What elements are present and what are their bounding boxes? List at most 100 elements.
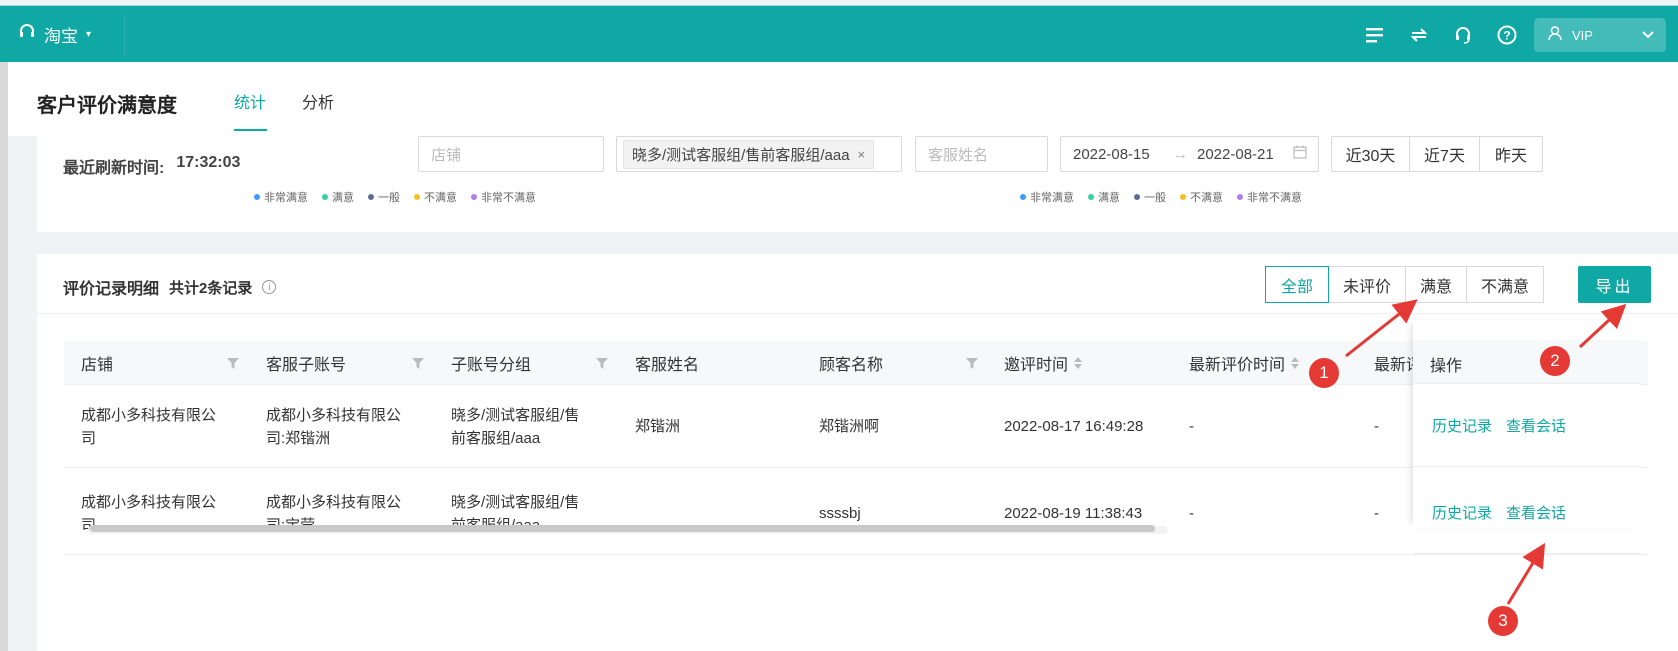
close-icon[interactable]: × [858, 147, 866, 162]
legend-dot [1088, 194, 1094, 200]
filter-icon[interactable] [966, 356, 978, 372]
swap-icon[interactable] [1408, 24, 1430, 46]
page-title: 客户评价满意度 [37, 95, 177, 117]
annotation-badge-3: 3 [1488, 606, 1518, 636]
records-title: 评价记录明细 [63, 281, 160, 298]
date-end: 2022-08-21 [1197, 145, 1274, 163]
shop-placeholder: 店铺 [431, 146, 462, 164]
left-edge [0, 62, 8, 651]
legend-dot [414, 194, 420, 200]
legend-label: 非常满意 [264, 192, 308, 204]
filter-icon[interactable] [227, 356, 239, 372]
cell-customer-name: 郑锴洲啊 [819, 418, 880, 435]
cell-latest-rating: - [1374, 418, 1379, 435]
legend-item: 非常不满意 [1237, 189, 1302, 205]
active-tab-indicator [234, 129, 267, 131]
legend-dot [1134, 194, 1140, 200]
list-icon[interactable] [1364, 24, 1386, 46]
filter-icon[interactable] [412, 356, 424, 372]
col-invite-time-label: 邀评时间 [1004, 357, 1069, 374]
legend-label: 满意 [332, 192, 354, 204]
legend-item: 满意 [322, 189, 354, 205]
date-range-picker[interactable]: 2022-08-15 → 2022-08-21 [1060, 136, 1319, 172]
sort-icon[interactable] [1291, 357, 1300, 369]
quick-range-group: 近30天 近7天 昨天 [1331, 136, 1543, 172]
cell-shop: 成都小多科技有限公司 [81, 406, 217, 447]
legend-dot [368, 194, 374, 200]
col-sub-account: 客服子账号 [266, 357, 347, 374]
legend-label: 非常不满意 [1247, 192, 1302, 204]
cell-shop: 成都小多科技有限公司 [81, 493, 217, 534]
table-header: 店铺 客服子账号 子账号分组 客服姓名 顾客名称 邀评时间 最新评价时间 最新评 [64, 341, 1648, 385]
support-icon[interactable] [1452, 24, 1474, 46]
arrow-right-icon: → [1173, 145, 1188, 163]
view-session-link[interactable]: 查看会话 [1506, 502, 1566, 523]
tab-analysis[interactable]: 分析 [302, 89, 334, 113]
help-icon[interactable]: ? [1496, 24, 1518, 46]
table-row: 成都小多科技有限公司 成都小多科技有限公司:宝莹 晓多/测试客服组/售前客服组/… [64, 473, 1648, 555]
col-agent-name: 客服姓名 [635, 357, 700, 374]
info-icon[interactable]: i [262, 280, 277, 294]
legend-dot [471, 194, 477, 200]
legend-item: 满意 [1088, 189, 1120, 205]
legend-label: 一般 [1144, 192, 1166, 204]
legend-left: 非常满意 满意 一般 不满意 非常不满意 [254, 189, 536, 205]
legend-item: 一般 [368, 189, 400, 205]
col-shop: 店铺 [81, 357, 114, 374]
sort-icon[interactable] [1074, 357, 1083, 369]
cell-account-group: 晓多/测试客服组/售前客服组/aaa [451, 406, 580, 447]
tab-statistics[interactable]: 统计 [234, 89, 266, 113]
view-session-link[interactable]: 查看会话 [1506, 415, 1566, 436]
quick-range-30d[interactable]: 近30天 [1332, 137, 1410, 171]
cell-invite-time: 2022-08-19 11:38:43 [1004, 505, 1143, 522]
user-menu[interactable]: VIP [1534, 18, 1666, 52]
cell-latest-rating: - [1374, 505, 1379, 522]
refresh-info: 最近刷新时间: 17:32:03 [63, 154, 240, 178]
headset-icon [18, 23, 36, 46]
group-tag: 晓多/测试客服组/售前客服组/aaa × [623, 139, 875, 169]
history-link[interactable]: 历史记录 [1432, 502, 1492, 523]
table-row: 成都小多科技有限公司 成都小多科技有限公 司:郑锴洲 晓多/测试客服组/售 前客服组… [64, 386, 1648, 468]
col-latest-eval-time: 最新评价时间 [1189, 341, 1300, 385]
agent-name-input[interactable]: 客服姓名 [915, 136, 1048, 172]
group-select[interactable]: 晓多/测试客服组/售前客服组/aaa × [616, 136, 902, 172]
filter-icon[interactable] [596, 356, 608, 372]
legend-dot [254, 194, 260, 200]
quick-range-yesterday[interactable]: 昨天 [1480, 137, 1542, 171]
legend-label: 一般 [378, 192, 400, 204]
brand-label: 淘宝 [44, 27, 78, 46]
segment-unsatisfied[interactable]: 不满意 [1466, 266, 1544, 303]
horizontal-scrollbar[interactable] [90, 525, 1155, 532]
divider [37, 313, 1678, 314]
shop-switcher[interactable]: 淘宝 ▾ [18, 6, 91, 63]
chevron-down-icon: ▾ [86, 29, 92, 40]
cell-sub-account: 成都小多科技有限公司:宝莹 [266, 493, 402, 534]
segment-satisfied[interactable]: 满意 [1405, 266, 1467, 303]
col-latest-eval-time-label: 最新评价时间 [1189, 357, 1286, 374]
operations-header: 操作 [1413, 340, 1641, 384]
records-count: 共计2条记录 [169, 279, 253, 297]
annotation-badge-2: 2 [1540, 346, 1570, 376]
shop-select[interactable]: 店铺 [418, 136, 604, 172]
col-operations: 操作 [1430, 358, 1463, 375]
refresh-label: 最近刷新时间: [63, 160, 165, 177]
segment-all[interactable]: 全部 [1265, 266, 1329, 303]
row-actions: 历史记录 查看会话 [1413, 385, 1641, 467]
quick-range-7d[interactable]: 近7天 [1410, 137, 1480, 171]
legend-dot [322, 194, 328, 200]
col-account-group: 子账号分组 [451, 357, 532, 374]
segment-unrated[interactable]: 未评价 [1328, 266, 1406, 303]
col-invite-time: 邀评时间 [1004, 341, 1083, 385]
export-button[interactable]: 导出 [1578, 266, 1651, 303]
user-icon [1548, 26, 1562, 44]
legend-item: 非常满意 [254, 189, 308, 205]
cell-agent-name: 郑锴洲 [635, 418, 681, 435]
legend-label: 不满意 [424, 192, 457, 204]
user-label: VIP [1572, 27, 1593, 43]
legend-item: 不满意 [414, 189, 457, 205]
svg-text:?: ? [1503, 28, 1510, 42]
history-link[interactable]: 历史记录 [1432, 415, 1492, 436]
legend-label: 非常满意 [1030, 192, 1074, 204]
rating-filter-segments: 全部 未评价 满意 不满意 [1265, 266, 1544, 303]
legend-dot [1020, 194, 1026, 200]
